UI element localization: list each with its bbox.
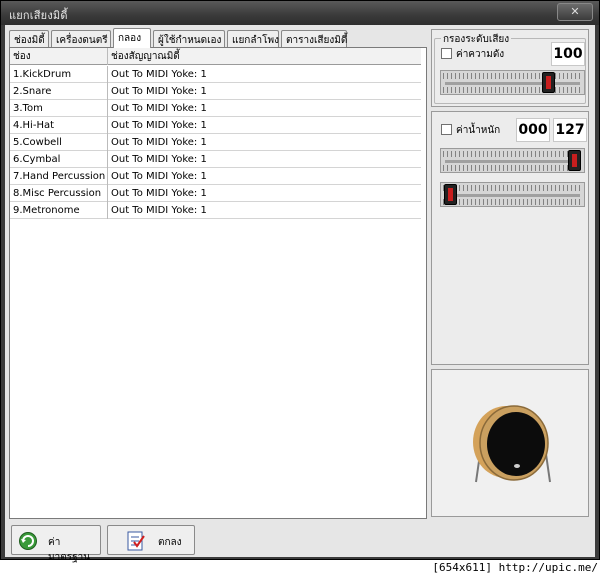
table-row[interactable]: 3.Tom Out To MIDI Yoke: 1	[10, 100, 421, 117]
ok-button-label: ตกลง	[158, 537, 182, 548]
cell-midi-output[interactable]: Out To MIDI Yoke: 1	[108, 185, 421, 202]
cell-drum-name: 9.Metronome	[10, 202, 108, 219]
table-row[interactable]: 2.Snare Out To MIDI Yoke: 1	[10, 83, 421, 100]
velocity-max-slider-thumb[interactable]	[568, 150, 581, 171]
client-area: ช่องมิดี้ เครื่องดนตรี กลอง ผู้ใช้กำหนดเ…	[5, 25, 595, 563]
velocity-checkbox[interactable]	[441, 124, 452, 135]
refresh-arrow-icon	[19, 532, 37, 550]
drum-preview-panel	[431, 369, 589, 517]
cell-midi-output[interactable]: Out To MIDI Yoke: 1	[108, 100, 421, 117]
cell-midi-output[interactable]: Out To MIDI Yoke: 1	[108, 134, 421, 151]
cell-drum-name: 6.Cymbal	[10, 151, 108, 168]
velocity-max-display: 127	[553, 118, 587, 142]
velocity-min-slider[interactable]	[440, 182, 585, 207]
cell-midi-output[interactable]: Out To MIDI Yoke: 1	[108, 202, 421, 219]
column-header-midi-output[interactable]: ช่องสัญญาณมิดี้	[108, 48, 421, 65]
tab-instruments[interactable]: เครื่องดนตรี	[51, 30, 111, 47]
volume-slider[interactable]	[440, 70, 585, 95]
tab-drums[interactable]: กลอง	[113, 28, 151, 48]
tab-user-defined[interactable]: ผู้ใช้กำหนดเอง	[153, 30, 225, 47]
title-bar[interactable]: แยกเสียงมิดี้ ✕	[1, 1, 599, 25]
close-icon: ✕	[570, 5, 580, 18]
volume-slider-thumb[interactable]	[541, 72, 555, 93]
cell-drum-name: 3.Tom	[10, 100, 108, 117]
volume-checkbox[interactable]	[441, 48, 452, 59]
checklist-icon	[127, 531, 145, 551]
velocity-max-slider[interactable]	[440, 148, 585, 173]
tab-midi-channel[interactable]: ช่องมิดี้	[9, 30, 49, 47]
cell-drum-name: 8.Misc Percussion	[10, 185, 108, 202]
table-row[interactable]: 9.Metronome Out To MIDI Yoke: 1	[10, 202, 421, 219]
cell-drum-name: 2.Snare	[10, 83, 108, 100]
cell-drum-name: 4.Hi-Hat	[10, 117, 108, 134]
velocity-checkbox-label: ค่าน้ำหนัก	[456, 125, 501, 136]
velocity-min-slider-thumb[interactable]	[444, 184, 457, 205]
table-row[interactable]: 7.Hand Percussion Out To MIDI Yoke: 1	[10, 168, 421, 185]
cell-midi-output[interactable]: Out To MIDI Yoke: 1	[108, 151, 421, 168]
image-host-caption: [654x611] http://upic.me/	[432, 561, 598, 574]
velocity-filter-panel: ค่าน้ำหนัก 000 127	[431, 111, 589, 365]
window-title: แยกเสียงมิดี้	[9, 9, 68, 22]
drum-logo	[514, 464, 520, 468]
bass-drum-image	[473, 405, 551, 483]
volume-filter-group-label: กรองระดับเสียง	[441, 32, 512, 47]
cell-midi-output[interactable]: Out To MIDI Yoke: 1	[108, 66, 421, 83]
default-values-button-label: ค่ามาตรฐาน	[48, 537, 91, 563]
velocity-min-display: 000	[516, 118, 550, 142]
volume-checkbox-label: ค่าความดัง	[456, 49, 505, 60]
table-header: ช่อง ช่องสัญญาณมิดี้	[10, 48, 421, 65]
table-row[interactable]: 5.Cowbell Out To MIDI Yoke: 1	[10, 134, 421, 151]
cell-drum-name: 1.KickDrum	[10, 66, 108, 83]
table-row[interactable]: 8.Misc Percussion Out To MIDI Yoke: 1	[10, 185, 421, 202]
column-header-channel[interactable]: ช่อง	[10, 48, 108, 65]
cell-midi-output[interactable]: Out To MIDI Yoke: 1	[108, 168, 421, 185]
drum-channel-table: ช่อง ช่องสัญญาณมิดี้ 1.KickDrum Out To M…	[9, 47, 427, 519]
table-row[interactable]: 6.Cymbal Out To MIDI Yoke: 1	[10, 151, 421, 168]
tab-midi-sound-table[interactable]: ตารางเสียงมิดี้	[281, 30, 347, 47]
volume-filter-panel: กรองระดับเสียง ค่าความดัง 100	[431, 29, 589, 107]
table-row[interactable]: 1.KickDrum Out To MIDI Yoke: 1	[10, 66, 421, 83]
main-window: แยกเสียงมิดี้ ✕ ช่องมิดี้ เครื่องดนตรี ก…	[0, 0, 600, 563]
table-row[interactable]: 4.Hi-Hat Out To MIDI Yoke: 1	[10, 117, 421, 134]
cell-midi-output[interactable]: Out To MIDI Yoke: 1	[108, 117, 421, 134]
close-button[interactable]: ✕	[557, 3, 593, 21]
cell-midi-output[interactable]: Out To MIDI Yoke: 1	[108, 83, 421, 100]
default-values-button[interactable]: ค่ามาตรฐาน	[11, 525, 101, 563]
ok-button[interactable]: ตกลง	[107, 525, 195, 555]
cell-drum-name: 7.Hand Percussion	[10, 168, 108, 185]
tab-split-speaker[interactable]: แยกลำโพง	[227, 30, 279, 47]
cell-drum-name: 5.Cowbell	[10, 134, 108, 151]
volume-value-display: 100	[551, 42, 585, 66]
